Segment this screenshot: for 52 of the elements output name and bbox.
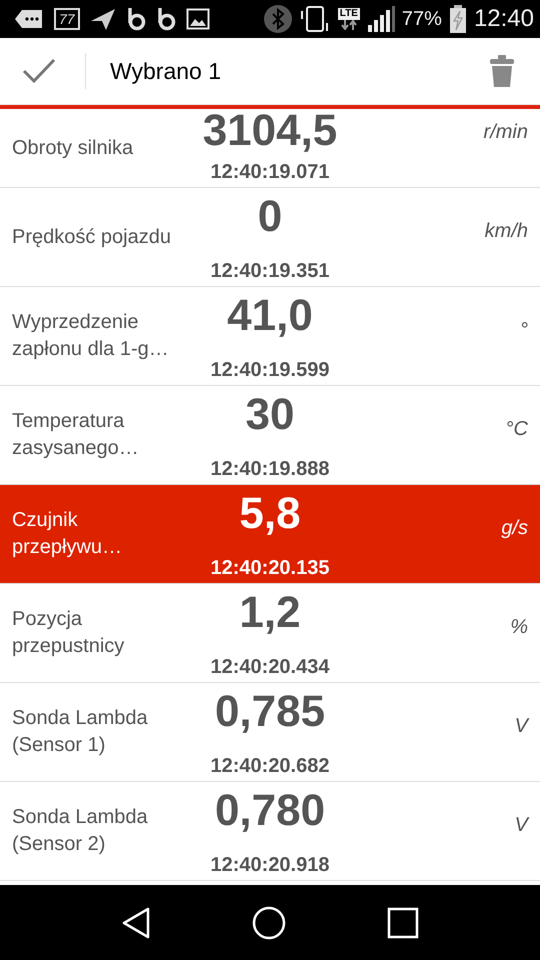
- b-letter-icon: [126, 7, 146, 31]
- sensor-name: Wyprzedzenie zapłonu dla 1-g…: [11, 310, 170, 362]
- sensor-value: 0,780: [214, 786, 326, 836]
- unit-label: %: [510, 616, 529, 639]
- sensor-value: 30: [246, 390, 294, 440]
- image-icon: [186, 8, 210, 30]
- sensor-name: Sonda Lambda (Sensor 2): [11, 805, 149, 857]
- unit-label: km/h: [484, 220, 529, 243]
- unit-label: V: [514, 814, 530, 837]
- back-icon[interactable]: [120, 906, 151, 938]
- sensor-value: 0,785: [214, 687, 326, 737]
- data-arrows-icon: [340, 20, 358, 30]
- sensor-value: 41,0: [227, 291, 313, 341]
- selection-title: Wybrano 1: [85, 53, 490, 89]
- sensor-name: Obroty silnika: [11, 136, 134, 160]
- b-letter-icon: [156, 7, 176, 31]
- recents-icon[interactable]: [387, 906, 420, 938]
- sensor-value: 0: [258, 192, 282, 242]
- sensor-name: Pozycja przepustnicy: [11, 607, 126, 659]
- tag-icon: [14, 8, 44, 30]
- timestamp: 12:40:19.599: [210, 359, 330, 382]
- timestamp: 12:40:19.351: [210, 260, 330, 283]
- unit-label: °: [520, 319, 529, 342]
- sensor-value: 5,8: [239, 489, 301, 539]
- sensor-value: 1,2: [239, 588, 301, 638]
- battery-charging-icon: [448, 5, 467, 33]
- timestamp: 12:40:20.434: [210, 656, 330, 679]
- timestamp: 12:40:20.135: [210, 557, 330, 580]
- sensor-name: Czujnik przepływu…: [11, 508, 124, 560]
- sensor-row[interactable]: Czujnik przepływu… 5,8 12:40:20.135 g/s: [0, 485, 540, 584]
- sensor-name: Prędkość pojazdu: [11, 224, 172, 250]
- unit-label: °C: [506, 418, 529, 441]
- timestamp: 12:40:19.071: [210, 161, 330, 184]
- unit-label: r/min: [484, 121, 529, 144]
- home-icon[interactable]: [252, 906, 286, 940]
- delete-icon[interactable]: [490, 55, 514, 87]
- battery-percent: 77%: [402, 8, 442, 30]
- bluetooth-icon: [264, 5, 292, 33]
- sensor-name: Sonda Lambda (Sensor 1): [11, 706, 149, 758]
- signal-icon: [366, 5, 395, 33]
- clock: 12:40: [474, 5, 534, 33]
- timestamp: 12:40:19.888: [210, 458, 330, 481]
- battery-level-badge: 77: [54, 8, 80, 30]
- sensor-name: Temperatura zasysanego…: [11, 409, 140, 461]
- vibrate-icon: [298, 5, 331, 33]
- timestamp: 12:40:20.682: [210, 755, 330, 778]
- network-type-label: LTE: [338, 8, 360, 20]
- check-icon[interactable]: [22, 57, 56, 85]
- timestamp: 12:40:20.918: [210, 854, 330, 877]
- send-icon: [90, 7, 116, 31]
- unit-label: g/s: [501, 517, 529, 540]
- unit-label: V: [514, 715, 530, 738]
